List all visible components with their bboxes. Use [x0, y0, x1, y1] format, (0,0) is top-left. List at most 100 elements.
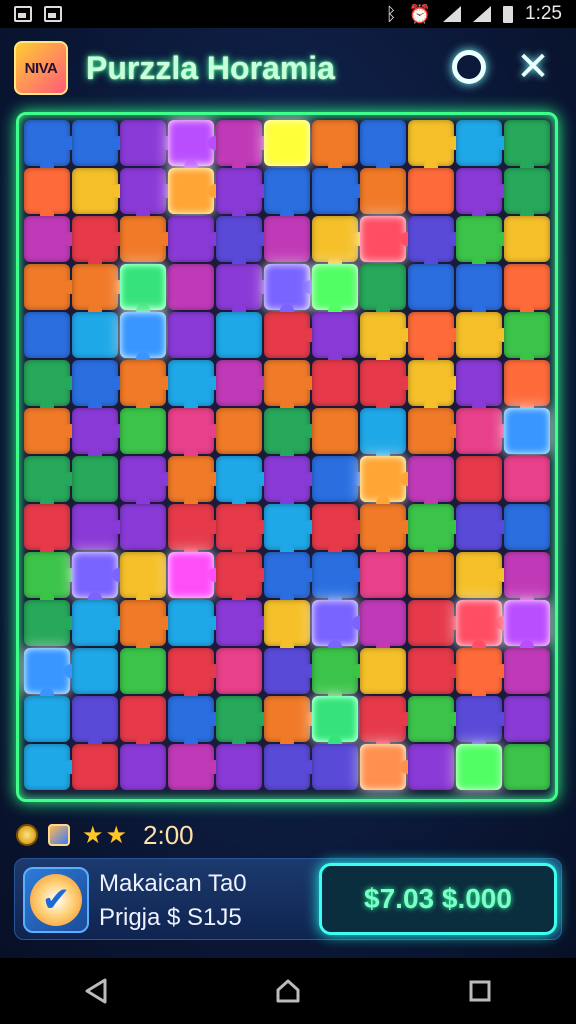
- puzzle-piece[interactable]: [264, 360, 318, 414]
- puzzle-piece[interactable]: [456, 360, 502, 414]
- puzzle-piece[interactable]: [408, 216, 462, 270]
- puzzle-piece[interactable]: [360, 696, 414, 750]
- puzzle-piece[interactable]: [312, 312, 358, 366]
- puzzle-piece[interactable]: [408, 648, 462, 694]
- puzzle-piece[interactable]: [264, 312, 318, 358]
- puzzle-piece[interactable]: [216, 504, 270, 558]
- puzzle-piece[interactable]: [504, 120, 550, 174]
- puzzle-piece[interactable]: [456, 600, 510, 654]
- close-button[interactable]: ✕: [512, 44, 554, 90]
- puzzle-piece[interactable]: [312, 744, 358, 790]
- puzzle-piece[interactable]: [504, 168, 550, 222]
- puzzle-piece[interactable]: [72, 312, 118, 358]
- puzzle-piece[interactable]: [312, 552, 366, 606]
- puzzle-piece[interactable]: [504, 312, 550, 366]
- puzzle-piece[interactable]: [168, 264, 214, 310]
- puzzle-piece[interactable]: [456, 504, 510, 550]
- puzzle-piece[interactable]: [120, 360, 174, 414]
- puzzle-piece[interactable]: [408, 456, 454, 510]
- puzzle-piece[interactable]: [456, 552, 510, 598]
- puzzle-piece[interactable]: [264, 168, 310, 222]
- puzzle-piece[interactable]: [264, 600, 310, 654]
- puzzle-piece[interactable]: [504, 408, 550, 454]
- puzzle-piece[interactable]: [216, 648, 262, 694]
- puzzle-piece[interactable]: [360, 120, 406, 174]
- puzzle-piece[interactable]: [216, 696, 270, 750]
- puzzle-piece[interactable]: [360, 168, 406, 214]
- puzzle-piece[interactable]: [24, 648, 78, 702]
- puzzle-piece[interactable]: [360, 456, 414, 510]
- puzzle-piece[interactable]: [24, 456, 78, 510]
- puzzle-piece[interactable]: [24, 600, 78, 646]
- puzzle-piece[interactable]: [24, 120, 78, 174]
- puzzle-piece[interactable]: [408, 552, 454, 598]
- puzzle-piece[interactable]: [408, 504, 462, 558]
- puzzle-piece[interactable]: [504, 600, 550, 654]
- puzzle-piece[interactable]: [168, 648, 222, 702]
- puzzle-piece[interactable]: [312, 168, 366, 214]
- buy-button[interactable]: $7.03 $.000: [319, 863, 557, 935]
- puzzle-piece[interactable]: [264, 744, 318, 790]
- puzzle-piece[interactable]: [120, 312, 166, 366]
- puzzle-board[interactable]: [16, 112, 558, 802]
- puzzle-piece[interactable]: [456, 648, 510, 702]
- puzzle-piece[interactable]: [312, 600, 366, 654]
- puzzle-piece[interactable]: [216, 744, 262, 790]
- puzzle-piece[interactable]: [168, 504, 222, 558]
- puzzle-piece[interactable]: [72, 504, 126, 550]
- puzzle-piece[interactable]: [24, 264, 78, 310]
- puzzle-piece[interactable]: [120, 744, 166, 790]
- puzzle-piece[interactable]: [408, 408, 462, 454]
- puzzle-piece[interactable]: [456, 264, 502, 318]
- puzzle-piece[interactable]: [264, 216, 310, 262]
- back-button[interactable]: [66, 966, 126, 1016]
- puzzle-piece[interactable]: [408, 696, 462, 742]
- puzzle-piece[interactable]: [24, 744, 78, 790]
- puzzle-piece[interactable]: [312, 648, 366, 702]
- puzzle-piece[interactable]: [24, 216, 78, 262]
- puzzle-piece[interactable]: [120, 696, 166, 750]
- puzzle-piece[interactable]: [216, 264, 270, 318]
- puzzle-piece[interactable]: [360, 360, 414, 414]
- puzzle-piece[interactable]: [72, 216, 126, 270]
- puzzle-piece[interactable]: [504, 696, 550, 742]
- puzzle-piece[interactable]: [168, 696, 222, 750]
- puzzle-piece[interactable]: [216, 456, 270, 510]
- puzzle-piece[interactable]: [504, 264, 550, 318]
- puzzle-piece[interactable]: [72, 408, 126, 462]
- puzzle-piece[interactable]: [120, 456, 174, 510]
- puzzle-piece[interactable]: [504, 360, 550, 414]
- puzzle-piece[interactable]: [216, 120, 270, 174]
- puzzle-piece[interactable]: [216, 408, 262, 454]
- puzzle-piece[interactable]: [216, 312, 262, 358]
- puzzle-piece[interactable]: [408, 360, 462, 414]
- puzzle-piece[interactable]: [360, 504, 414, 558]
- puzzle-piece[interactable]: [120, 600, 174, 654]
- puzzle-piece[interactable]: [24, 312, 70, 358]
- puzzle-piece[interactable]: [264, 408, 318, 462]
- puzzle-piece[interactable]: [72, 696, 118, 750]
- puzzle-piece[interactable]: [408, 264, 454, 310]
- puzzle-piece[interactable]: [408, 600, 462, 646]
- puzzle-piece[interactable]: [504, 648, 550, 694]
- puzzle-piece[interactable]: [312, 264, 358, 318]
- puzzle-piece[interactable]: [120, 552, 166, 606]
- puzzle-piece[interactable]: [360, 216, 414, 262]
- puzzle-piece[interactable]: [168, 360, 222, 414]
- puzzle-piece[interactable]: [312, 216, 366, 270]
- puzzle-piece[interactable]: [456, 120, 510, 166]
- puzzle-piece[interactable]: [120, 168, 174, 222]
- puzzle-piece[interactable]: [168, 216, 222, 262]
- puzzle-piece[interactable]: [264, 120, 310, 166]
- puzzle-piece[interactable]: [264, 648, 318, 694]
- puzzle-piece[interactable]: [360, 408, 406, 462]
- puzzle-piece[interactable]: [72, 264, 126, 318]
- puzzle-piece[interactable]: [360, 744, 414, 790]
- puzzle-piece[interactable]: [216, 216, 270, 270]
- puzzle-piece[interactable]: [504, 456, 550, 502]
- puzzle-piece[interactable]: [120, 648, 166, 694]
- puzzle-piece[interactable]: [264, 264, 318, 318]
- puzzle-piece[interactable]: [264, 456, 318, 510]
- puzzle-piece[interactable]: [504, 216, 550, 262]
- recents-button[interactable]: [450, 966, 510, 1016]
